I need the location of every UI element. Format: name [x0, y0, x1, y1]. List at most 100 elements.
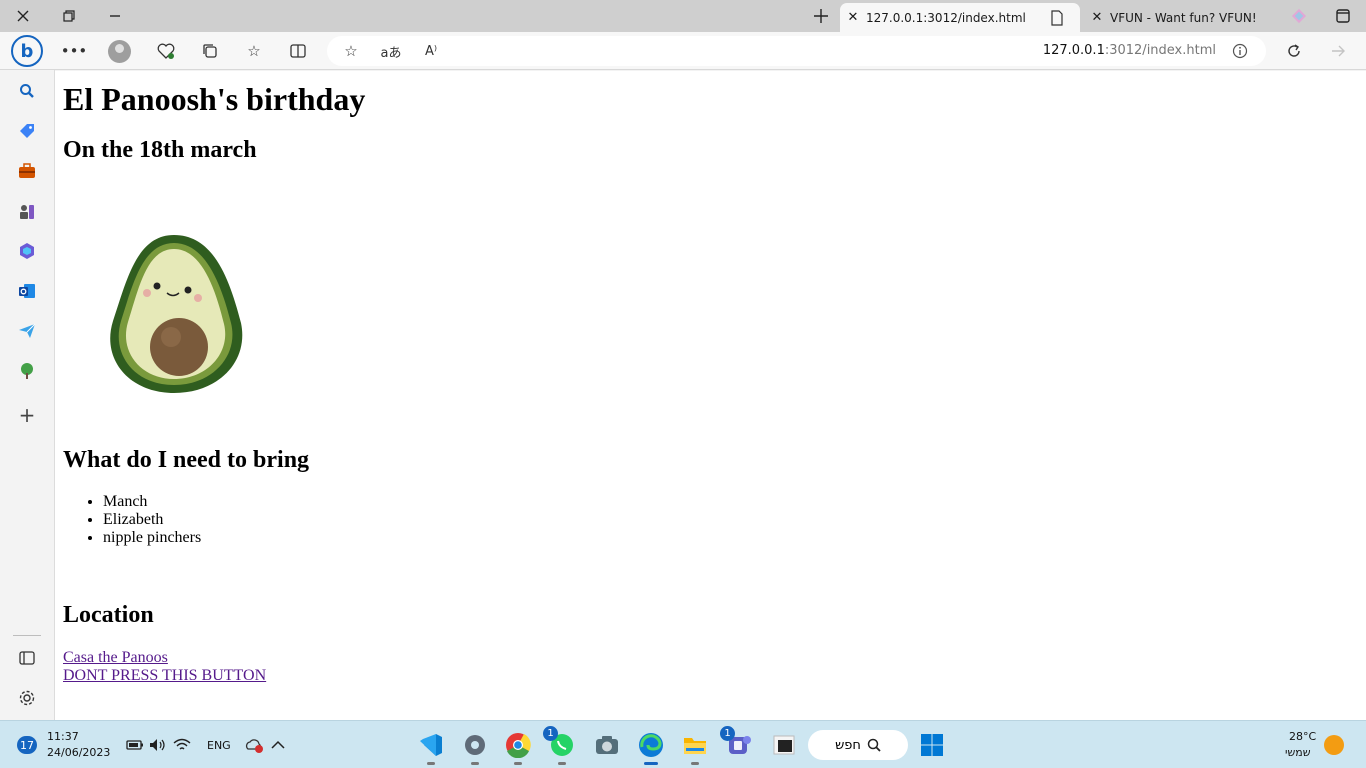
page-viewport: El Panoosh's birthday On the 18th march … — [55, 71, 1366, 720]
date-heading: On the 18th march — [63, 137, 257, 163]
bing-icon[interactable]: b — [11, 35, 43, 67]
notification-count-badge[interactable]: 17 — [17, 736, 37, 754]
tab-title: 127.0.0.1:3012/index.html — [866, 10, 1026, 25]
collections-glyph-icon — [203, 44, 217, 58]
forward-button[interactable] — [1324, 37, 1352, 65]
page-icon — [1051, 9, 1063, 26]
volume-icon[interactable] — [145, 732, 171, 758]
clock-time[interactable]: 11:37 — [47, 730, 79, 743]
wifi-icon[interactable] — [169, 732, 195, 758]
windows-taskbar: 17 11:37 24/06/2023 ENG 1 1 חפש 28°C שמש… — [0, 720, 1366, 768]
games-icon[interactable] — [16, 200, 38, 222]
tab-close-icon[interactable]: ✕ — [1084, 10, 1110, 25]
folder-icon — [684, 738, 706, 754]
add-favorite-icon[interactable]: ☆ — [337, 37, 365, 65]
minimize-window-button[interactable] — [92, 0, 138, 32]
url-text[interactable]: 127.0.0.1:3012/index.html — [1043, 43, 1216, 58]
tree-icon[interactable] — [16, 360, 38, 382]
refresh-button[interactable] — [1280, 37, 1308, 65]
list-item: Elizabeth — [103, 511, 201, 529]
drop-icon[interactable] — [16, 320, 38, 342]
file-explorer-icon[interactable] — [682, 732, 708, 765]
language-indicator[interactable]: ENG — [207, 739, 231, 752]
outlook-glyph-icon — [19, 284, 35, 298]
running-indicator — [691, 762, 699, 765]
whatsapp-icon[interactable]: 1 — [543, 726, 575, 765]
speaker-icon — [150, 739, 165, 751]
address-bar[interactable]: ☆ aあ A⁾ 127.0.0.1:3012/index.html — [327, 36, 1266, 66]
taskbar-search-box[interactable]: חפש — [808, 730, 908, 760]
app-window-icon[interactable] — [771, 732, 797, 758]
url-host: 127.0.0.1 — [1042, 43, 1105, 58]
site-info-icon[interactable] — [1226, 37, 1254, 65]
tab-vfun[interactable]: ✕ VFUN - Want fun? VFUN! — [1084, 3, 1284, 32]
sun-icon[interactable] — [1324, 735, 1344, 755]
outlook-icon[interactable] — [16, 280, 38, 302]
read-aloud-icon[interactable]: A⁾ — [417, 37, 445, 65]
sidebar-divider — [13, 635, 41, 636]
refresh-icon — [1288, 44, 1300, 57]
search-icon[interactable] — [16, 80, 38, 102]
magnifier-icon — [20, 84, 34, 98]
profile-avatar[interactable] — [108, 40, 131, 63]
heart-pulse-icon — [157, 43, 175, 59]
search-icon — [867, 738, 881, 752]
dont-press-link[interactable]: DONT PRESS THIS BUTTON — [63, 667, 266, 685]
window-app-icon — [773, 735, 795, 755]
camera-glyph-icon — [596, 736, 618, 754]
tools-briefcase-icon[interactable] — [16, 160, 38, 182]
browser-essentials-icon[interactable] — [152, 37, 180, 65]
close-icon — [17, 10, 29, 22]
location-heading: Location — [63, 602, 154, 628]
vscode-glyph-icon — [420, 734, 442, 756]
cloud-icon — [245, 739, 263, 753]
tree-glyph-icon — [21, 363, 33, 379]
add-sidebar-item-icon[interactable]: + — [16, 403, 38, 427]
more-icon[interactable]: ••• — [60, 37, 88, 65]
battery-glyph-icon — [126, 740, 143, 750]
plus-icon — [814, 9, 828, 23]
edge-icon[interactable] — [638, 732, 664, 765]
hide-sidebar-icon[interactable] — [16, 647, 38, 669]
settings-gear-icon[interactable] — [16, 687, 38, 709]
tab-actions-button[interactable] — [1320, 0, 1366, 32]
restore-icon — [63, 10, 75, 22]
microsoft-365-icon[interactable] — [16, 240, 38, 262]
split-screen-icon[interactable] — [284, 37, 312, 65]
chrome-glyph-icon — [506, 733, 531, 758]
weather-label[interactable]: שמשי — [1285, 746, 1311, 759]
location-link[interactable]: Casa the Panoos — [63, 649, 168, 667]
collections-icon[interactable] — [196, 37, 224, 65]
briefcase-icon — [19, 163, 35, 178]
tab-close-icon[interactable]: ✕ — [840, 10, 866, 25]
chrome-icon[interactable] — [505, 732, 531, 765]
workspaces-button[interactable] — [1276, 0, 1322, 32]
list-item: nipple pinchers — [103, 529, 201, 547]
onedrive-error-icon[interactable] — [241, 732, 267, 758]
running-indicator — [471, 762, 479, 765]
restore-window-button[interactable] — [46, 0, 92, 32]
translate-icon[interactable]: aあ — [377, 37, 405, 65]
camera-icon[interactable] — [594, 732, 620, 758]
running-indicator — [427, 762, 435, 765]
bring-list: Manch Elizabeth nipple pinchers — [103, 493, 201, 547]
workspaces-icon — [1291, 8, 1307, 24]
active-indicator — [644, 762, 658, 765]
split-icon — [290, 44, 306, 58]
clock-date[interactable]: 24/06/2023 — [47, 746, 110, 759]
gear-icon — [19, 690, 35, 706]
close-window-button[interactable] — [0, 0, 46, 32]
running-indicator — [514, 762, 522, 765]
tab-active[interactable]: ✕ 127.0.0.1:3012/index.html — [840, 3, 1080, 32]
start-button[interactable] — [919, 732, 945, 758]
favorites-list-icon[interactable]: ☆ — [240, 37, 268, 65]
weather-temp[interactable]: 28°C — [1289, 730, 1316, 743]
shopping-tag-icon[interactable] — [16, 120, 38, 142]
vscode-icon[interactable] — [418, 732, 444, 765]
tab-actions-icon — [1336, 9, 1350, 23]
teams-icon[interactable]: 1 — [720, 726, 752, 758]
new-tab-button[interactable] — [798, 0, 844, 32]
settings-app-icon[interactable] — [462, 732, 488, 765]
chevron-up-icon[interactable] — [265, 732, 291, 758]
tab-strip: ✕ 127.0.0.1:3012/index.html ✕ VFUN - Wan… — [0, 0, 1366, 32]
